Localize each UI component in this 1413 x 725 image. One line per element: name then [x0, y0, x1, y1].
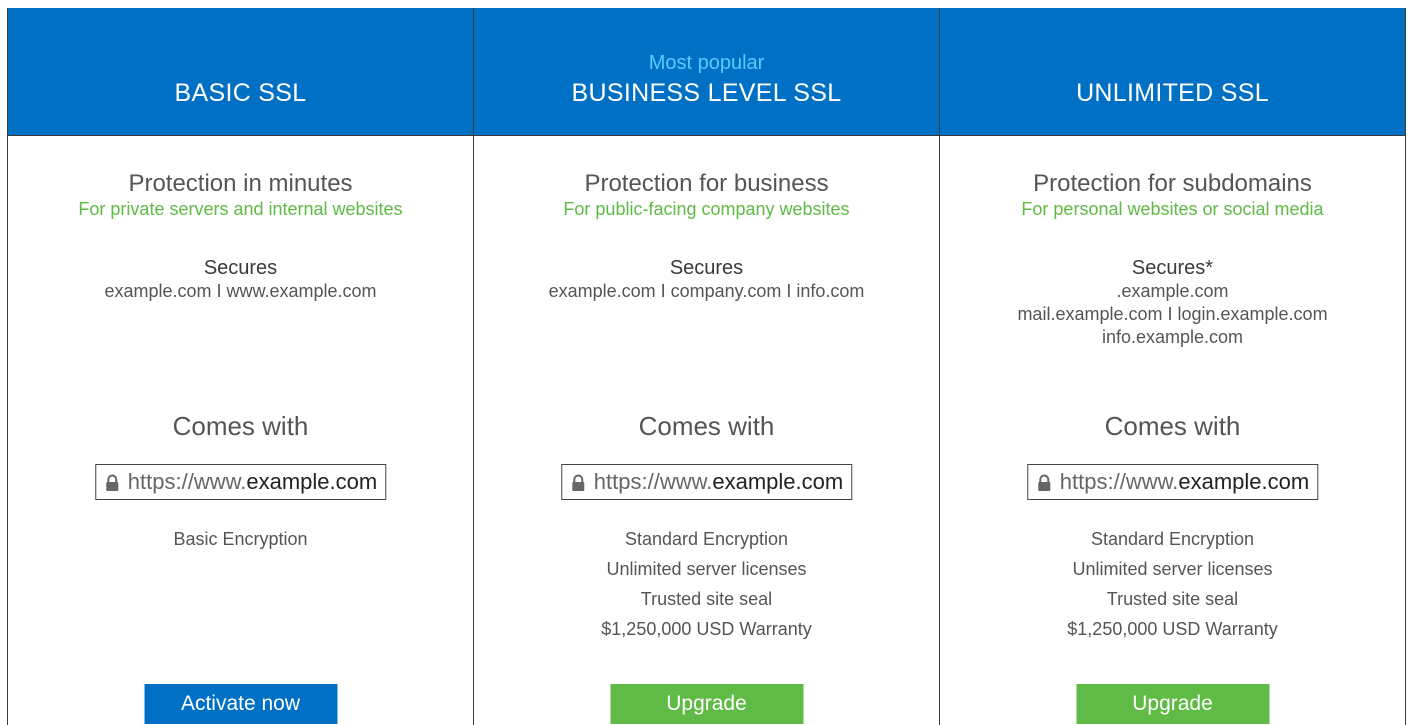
feature-list: Standard Encryption Unlimited server lic… — [474, 524, 939, 644]
plan-tagline: Protection for subdomains — [1033, 170, 1312, 197]
feature-list: Basic Encryption — [8, 524, 473, 554]
url-protocol: https://www. — [1059, 469, 1179, 494]
domain-line: .example.com — [1116, 281, 1229, 301]
feature-item: Trusted site seal — [1106, 589, 1239, 609]
url-domain: example.com — [246, 469, 378, 494]
plan-unlimited: UNLIMITED SSL Protection for subdomains … — [940, 8, 1405, 725]
url-bar-example: https://www. example.com — [1026, 464, 1319, 500]
secured-domains: .example.com mail.example.com I login.ex… — [1017, 280, 1327, 349]
plan-audience: For personal websites or social media — [1021, 199, 1324, 219]
url-domain: example.com — [1178, 469, 1310, 494]
activate-now-button[interactable]: Activate now — [144, 684, 337, 724]
url-protocol: https://www. — [127, 469, 247, 494]
lock-icon — [105, 474, 118, 491]
feature-item: Trusted site seal — [640, 589, 773, 609]
secured-domains: example.com I company.com I info.com — [549, 280, 865, 303]
plan-header: BASIC SSL — [8, 8, 473, 136]
url-bar-example: https://www. example.com — [94, 464, 387, 500]
pricing-table: BASIC SSL Protection in minutes For priv… — [7, 8, 1406, 725]
feature-item: Unlimited server licenses — [606, 559, 807, 579]
feature-item: Standard Encryption — [624, 529, 789, 549]
plan-name: BUSINESS LEVEL SSL — [571, 79, 842, 107]
plan-audience: For public-facing company websites — [563, 199, 850, 219]
feature-item: Basic Encryption — [173, 529, 308, 549]
feature-item: $1,250,000 USD Warranty — [1067, 619, 1278, 639]
domain-line: info.example.com — [1101, 327, 1244, 347]
feature-list: Standard Encryption Unlimited server lic… — [940, 524, 1405, 644]
plan-business: Most popular BUSINESS LEVEL SSL Protecti… — [474, 8, 940, 725]
plan-name: UNLIMITED SSL — [1076, 79, 1269, 107]
url-bar-example: https://www. example.com — [560, 464, 853, 500]
secures-title: Secures* — [1131, 257, 1214, 279]
plan-tagline: Protection in minutes — [128, 170, 353, 197]
secures-title: Secures — [203, 257, 278, 279]
plan-audience: For private servers and internal website… — [78, 199, 403, 219]
comes-with-label: Comes with — [172, 411, 309, 441]
upgrade-button[interactable]: Upgrade — [610, 684, 803, 724]
domain-line: example.com I www.example.com — [104, 281, 377, 301]
plan-badge: Most popular — [648, 52, 765, 74]
secures-title: Secures — [669, 257, 744, 279]
lock-icon — [1037, 474, 1050, 491]
plan-header: UNLIMITED SSL — [940, 8, 1405, 136]
lock-icon — [571, 474, 584, 491]
plan-name: BASIC SSL — [174, 79, 307, 107]
plan-basic: BASIC SSL Protection in minutes For priv… — [8, 8, 474, 725]
comes-with-label: Comes with — [1104, 411, 1241, 441]
upgrade-button[interactable]: Upgrade — [1076, 684, 1269, 724]
feature-item: Standard Encryption — [1090, 529, 1255, 549]
url-domain: example.com — [712, 469, 844, 494]
plan-header: Most popular BUSINESS LEVEL SSL — [474, 8, 939, 136]
feature-item: Unlimited server licenses — [1072, 559, 1273, 579]
feature-item: $1,250,000 USD Warranty — [601, 619, 812, 639]
plan-tagline: Protection for business — [584, 170, 829, 197]
domain-line: mail.example.com I login.example.com — [1017, 304, 1328, 324]
domain-line: example.com I company.com I info.com — [548, 281, 865, 301]
secured-domains: example.com I www.example.com — [104, 280, 376, 303]
url-protocol: https://www. — [593, 469, 713, 494]
comes-with-label: Comes with — [638, 411, 775, 441]
